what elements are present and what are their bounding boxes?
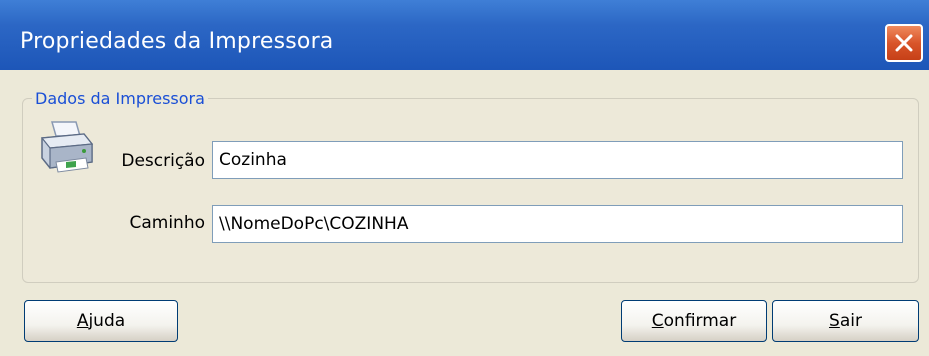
close-button[interactable] bbox=[885, 24, 923, 62]
confirmar-label: onfirmar bbox=[663, 311, 737, 331]
printer-properties-dialog: Propriedades da Impressora Dados da Impr… bbox=[0, 0, 929, 356]
caminho-label: Caminho bbox=[129, 213, 205, 233]
confirmar-button[interactable]: Confirmar bbox=[621, 300, 767, 342]
sair-mnemonic: S bbox=[829, 311, 840, 331]
caminho-input[interactable] bbox=[212, 205, 903, 243]
ajuda-button[interactable]: Ajuda bbox=[24, 300, 178, 342]
close-icon bbox=[895, 34, 913, 52]
descricao-label: Descrição bbox=[121, 151, 205, 171]
ajuda-label: juda bbox=[88, 311, 126, 331]
window-title: Propriedades da Impressora bbox=[20, 29, 334, 54]
groupbox-legend: Dados da Impressora bbox=[32, 89, 208, 108]
printer-data-groupbox bbox=[22, 98, 919, 283]
printer-icon bbox=[40, 121, 94, 173]
title-bar[interactable]: Propriedades da Impressora bbox=[0, 0, 929, 70]
sair-button[interactable]: Sair bbox=[772, 300, 919, 342]
ajuda-mnemonic: A bbox=[76, 311, 89, 331]
confirmar-mnemonic: C bbox=[651, 311, 664, 331]
sair-label: air bbox=[839, 311, 862, 331]
descricao-input[interactable] bbox=[212, 141, 903, 179]
